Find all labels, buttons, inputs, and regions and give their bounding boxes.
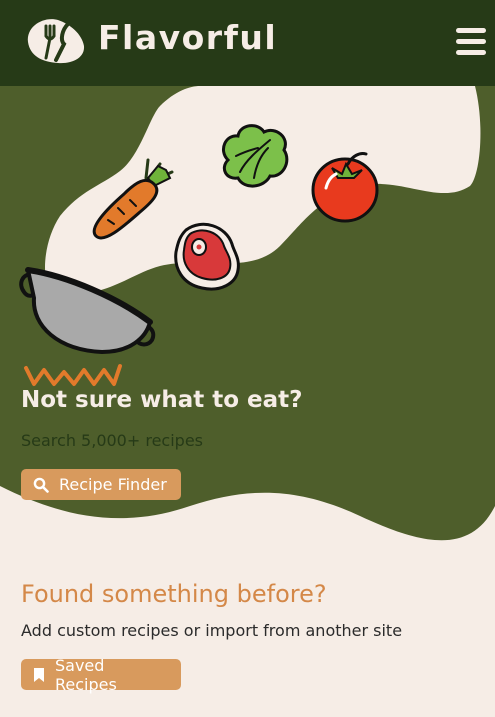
- recipe-finder-label: Recipe Finder: [59, 475, 167, 494]
- carrot-icon: [92, 158, 174, 240]
- cooking-pot-icon: [19, 267, 156, 354]
- lettuce-icon: [222, 124, 289, 188]
- hero-subtitle: Search 5,000+ recipes: [21, 431, 203, 450]
- saved-section-subtitle: Add custom recipes or import from anothe…: [21, 621, 403, 640]
- brand-name[interactable]: Flavorful: [98, 18, 277, 57]
- recipe-finder-button[interactable]: Recipe Finder: [21, 469, 181, 500]
- saved-section-title: Found something before?: [21, 580, 327, 608]
- saved-recipes-label: Saved Recipes: [55, 655, 117, 694]
- search-icon: [33, 477, 49, 493]
- bookmark-icon: [34, 667, 44, 682]
- hamburger-menu-icon[interactable]: [456, 28, 486, 56]
- fire-icon: [24, 364, 122, 386]
- top-navbar: Flavorful: [0, 0, 495, 86]
- hero-title: Not sure what to eat?: [21, 387, 303, 413]
- utensils-icon[interactable]: [24, 16, 86, 64]
- steak-icon: [174, 222, 240, 291]
- tomato-icon: [311, 152, 379, 223]
- saved-recipes-button[interactable]: Saved Recipes: [21, 656, 181, 694]
